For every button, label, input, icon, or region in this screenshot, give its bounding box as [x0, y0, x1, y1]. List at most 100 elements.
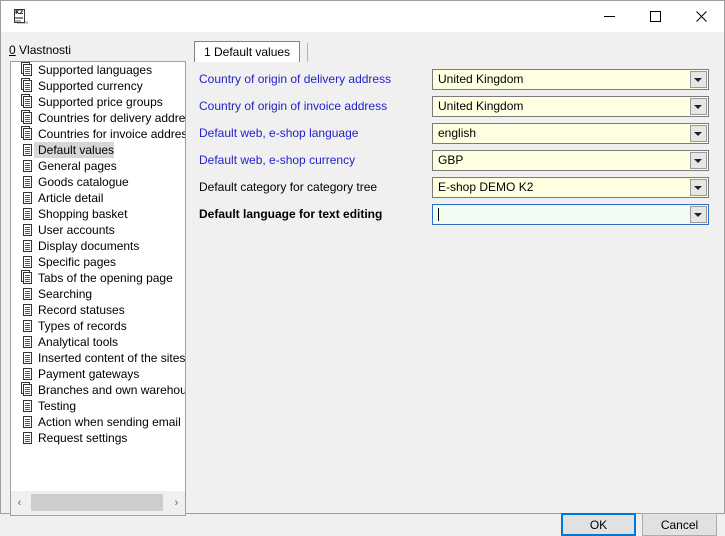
tree-item-label: Default values — [34, 142, 114, 158]
tree-item[interactable]: Shopping basket — [11, 206, 185, 222]
document-icon — [21, 206, 34, 222]
tree-item[interactable]: Supported currency — [11, 78, 185, 94]
chevron-down-icon[interactable] — [690, 152, 707, 169]
multi-document-icon — [21, 382, 34, 398]
combobox-value: United Kingdom — [438, 97, 686, 116]
ok-button[interactable]: OK — [561, 513, 636, 536]
tree-item[interactable]: Inserted content of the sites — [11, 350, 185, 366]
tab-strip: 1 Default values — [194, 41, 712, 63]
form-row: Default category for category treeE-shop… — [194, 177, 714, 198]
document-icon — [21, 302, 34, 318]
combobox[interactable]: english — [432, 123, 709, 144]
tab-divider — [307, 43, 308, 62]
tree-item[interactable]: Action when sending email — [11, 414, 185, 430]
document-icon — [21, 222, 34, 238]
tree-item[interactable]: Payment gateways — [11, 366, 185, 382]
tree-item-label: Supported currency — [34, 78, 143, 94]
scroll-right-arrow-icon[interactable]: › — [168, 491, 185, 515]
chevron-down-icon[interactable] — [690, 71, 707, 88]
tree-item[interactable]: Record statuses — [11, 302, 185, 318]
tree-item-label: Supported languages — [34, 62, 152, 78]
form-row: Default web, e-shop currencyGBP — [194, 150, 714, 171]
close-icon — [696, 11, 707, 22]
default-values-form: Country of origin of delivery address Uni… — [194, 69, 714, 269]
tree-item[interactable]: Types of records — [11, 318, 185, 334]
document-icon — [21, 158, 34, 174]
tree-item[interactable]: Countries for invoice addresses — [11, 126, 185, 142]
combobox[interactable]: United Kingdom — [432, 69, 709, 90]
k2-app-icon: K2 — [12, 8, 29, 25]
tree-item[interactable]: Searching — [11, 286, 185, 302]
tree-item-label: Countries for invoice addresses — [34, 126, 185, 142]
form-field-label: Country of origin of delivery address — [199, 69, 391, 90]
document-icon — [21, 238, 34, 254]
tree-item[interactable]: Supported languages — [11, 62, 185, 78]
multi-document-icon — [21, 62, 34, 78]
form-row: Default language for text editing — [194, 204, 714, 225]
tab-default-values[interactable]: 1 Default values — [194, 41, 300, 62]
tree-item-label: Inserted content of the sites — [34, 350, 185, 366]
dialog-content: 0 Vlastnosti Supported languagesSupporte… — [1, 32, 724, 513]
tree-item[interactable]: Goods catalogue — [11, 174, 185, 190]
tree-item[interactable]: Request settings — [11, 430, 185, 446]
tree-item[interactable]: Testing — [11, 398, 185, 414]
tree-item[interactable]: Countries for delivery addresses — [11, 110, 185, 126]
combobox[interactable]: United Kingdom — [432, 96, 709, 117]
tree-item[interactable]: User accounts — [11, 222, 185, 238]
tree-item[interactable]: Article detail — [11, 190, 185, 206]
properties-tree-list[interactable]: Supported languagesSupported currencySup… — [11, 62, 185, 491]
scroll-left-arrow-icon[interactable]: ‹ — [11, 491, 28, 515]
tree-item-label: General pages — [34, 158, 117, 174]
scrollbar-thumb[interactable] — [31, 494, 163, 511]
properties-dialog-window: K2 0 Vlastnosti Support — [0, 0, 725, 514]
tree-item-label: Display documents — [34, 238, 139, 254]
tree-item-label: Tabs of the opening page — [34, 270, 173, 286]
tree-item-label: Branches and own warehouses — [34, 382, 185, 398]
minimize-button[interactable] — [586, 1, 632, 31]
tree-item[interactable]: Specific pages — [11, 254, 185, 270]
document-icon — [21, 190, 34, 206]
tree-item-label: User accounts — [34, 222, 115, 238]
chevron-down-icon[interactable] — [690, 125, 707, 142]
maximize-icon — [650, 11, 661, 22]
tree-item[interactable]: Display documents — [11, 238, 185, 254]
document-icon — [21, 414, 34, 430]
tree-item[interactable]: Analytical tools — [11, 334, 185, 350]
properties-group-accelerator: 0 — [9, 43, 16, 57]
cancel-button[interactable]: Cancel — [642, 513, 717, 536]
tree-horizontal-scrollbar[interactable]: ‹ › — [11, 490, 185, 515]
tree-item-label: Analytical tools — [34, 334, 118, 350]
document-icon — [21, 350, 34, 366]
tree-item[interactable]: Branches and own warehouses — [11, 382, 185, 398]
combobox[interactable]: E-shop DEMO K2 — [432, 177, 709, 198]
document-icon — [21, 254, 34, 270]
form-field-label: Default language for text editing — [199, 204, 382, 225]
document-icon — [21, 174, 34, 190]
chevron-down-icon[interactable] — [690, 98, 707, 115]
multi-document-icon — [21, 110, 34, 126]
tree-item-label: Specific pages — [34, 254, 116, 270]
combobox[interactable] — [432, 204, 709, 225]
tree-item-label: Types of records — [34, 318, 127, 334]
document-icon — [21, 430, 34, 446]
tree-item[interactable]: Default values — [11, 142, 185, 158]
k2-app-icon-text: K2 — [15, 10, 23, 16]
maximize-button[interactable] — [632, 1, 678, 31]
chevron-down-icon[interactable] — [690, 206, 707, 223]
combobox-value: GBP — [438, 151, 686, 170]
multi-document-icon — [21, 78, 34, 94]
combobox-value: E-shop DEMO K2 — [438, 178, 686, 197]
form-row: Default web, e-shop languageenglish — [194, 123, 714, 144]
tree-item-label: Searching — [34, 286, 92, 302]
tree-item-label: Goods catalogue — [34, 174, 129, 190]
tree-item[interactable]: Supported price groups — [11, 94, 185, 110]
chevron-down-icon[interactable] — [690, 179, 707, 196]
minimize-icon — [604, 11, 615, 22]
tree-item[interactable]: Tabs of the opening page — [11, 270, 185, 286]
tree-item-label: Shopping basket — [34, 206, 127, 222]
document-icon — [21, 318, 34, 334]
tree-item[interactable]: General pages — [11, 158, 185, 174]
tree-item-label: Payment gateways — [34, 366, 139, 382]
combobox[interactable]: GBP — [432, 150, 709, 171]
close-button[interactable] — [678, 1, 724, 31]
